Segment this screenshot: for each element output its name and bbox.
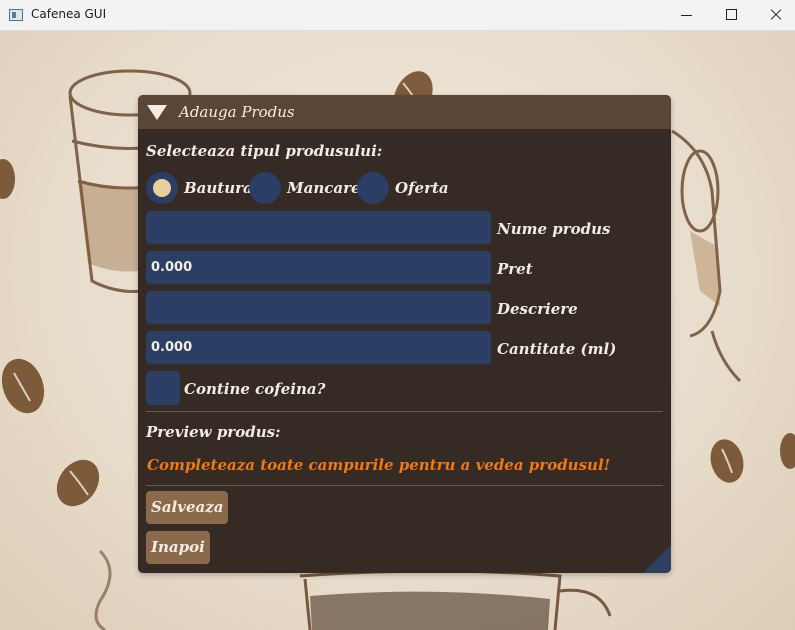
description-label: Descriere	[497, 300, 578, 318]
caffeine-checkbox[interactable]	[146, 371, 180, 405]
preview-warning-message: Completeaza toate campurile pentru a ved…	[147, 456, 611, 474]
add-product-dialog: Adauga Produs Selecteaza tipul produsulu…	[138, 95, 671, 573]
back-button[interactable]: Inapoi	[146, 531, 210, 564]
caffeine-label[interactable]: Contine cofeina?	[184, 380, 325, 398]
product-type-label: Selecteaza tipul produsului:	[146, 142, 383, 160]
minimize-icon[interactable]	[663, 0, 709, 30]
maximize-icon[interactable]	[708, 0, 754, 30]
separator	[146, 485, 663, 486]
close-icon[interactable]	[753, 0, 795, 30]
radio-bautura-label[interactable]: Bautura	[184, 179, 253, 197]
quantity-label: Cantitate (ml)	[497, 340, 617, 358]
separator	[146, 411, 663, 412]
price-label: Pret	[497, 260, 533, 278]
triangle-down-icon[interactable]	[147, 105, 167, 120]
dialog-title: Adauga Produs	[179, 103, 295, 121]
product-name-label: Nume produs	[497, 220, 611, 238]
resize-grip-icon[interactable]	[643, 545, 671, 573]
quantity-input[interactable]: 0.000	[146, 331, 491, 364]
radio-bautura[interactable]	[146, 172, 178, 204]
radio-oferta-label[interactable]: Oferta	[395, 179, 449, 197]
description-input[interactable]	[146, 291, 491, 324]
window-title: Cafenea GUI	[31, 7, 107, 21]
save-button[interactable]: Salveaza	[146, 491, 229, 524]
dialog-header[interactable]: Adauga Produs	[138, 95, 671, 129]
product-name-input[interactable]	[146, 211, 491, 244]
radio-mancare-label[interactable]: Mancare	[287, 179, 361, 197]
window-titlebar: Cafenea GUI	[0, 0, 795, 31]
radio-oferta[interactable]	[357, 172, 389, 204]
preview-label: Preview produs:	[146, 423, 281, 441]
price-input[interactable]: 0.000	[146, 251, 491, 284]
app-window-icon	[9, 9, 23, 21]
radio-mancare[interactable]	[249, 172, 281, 204]
